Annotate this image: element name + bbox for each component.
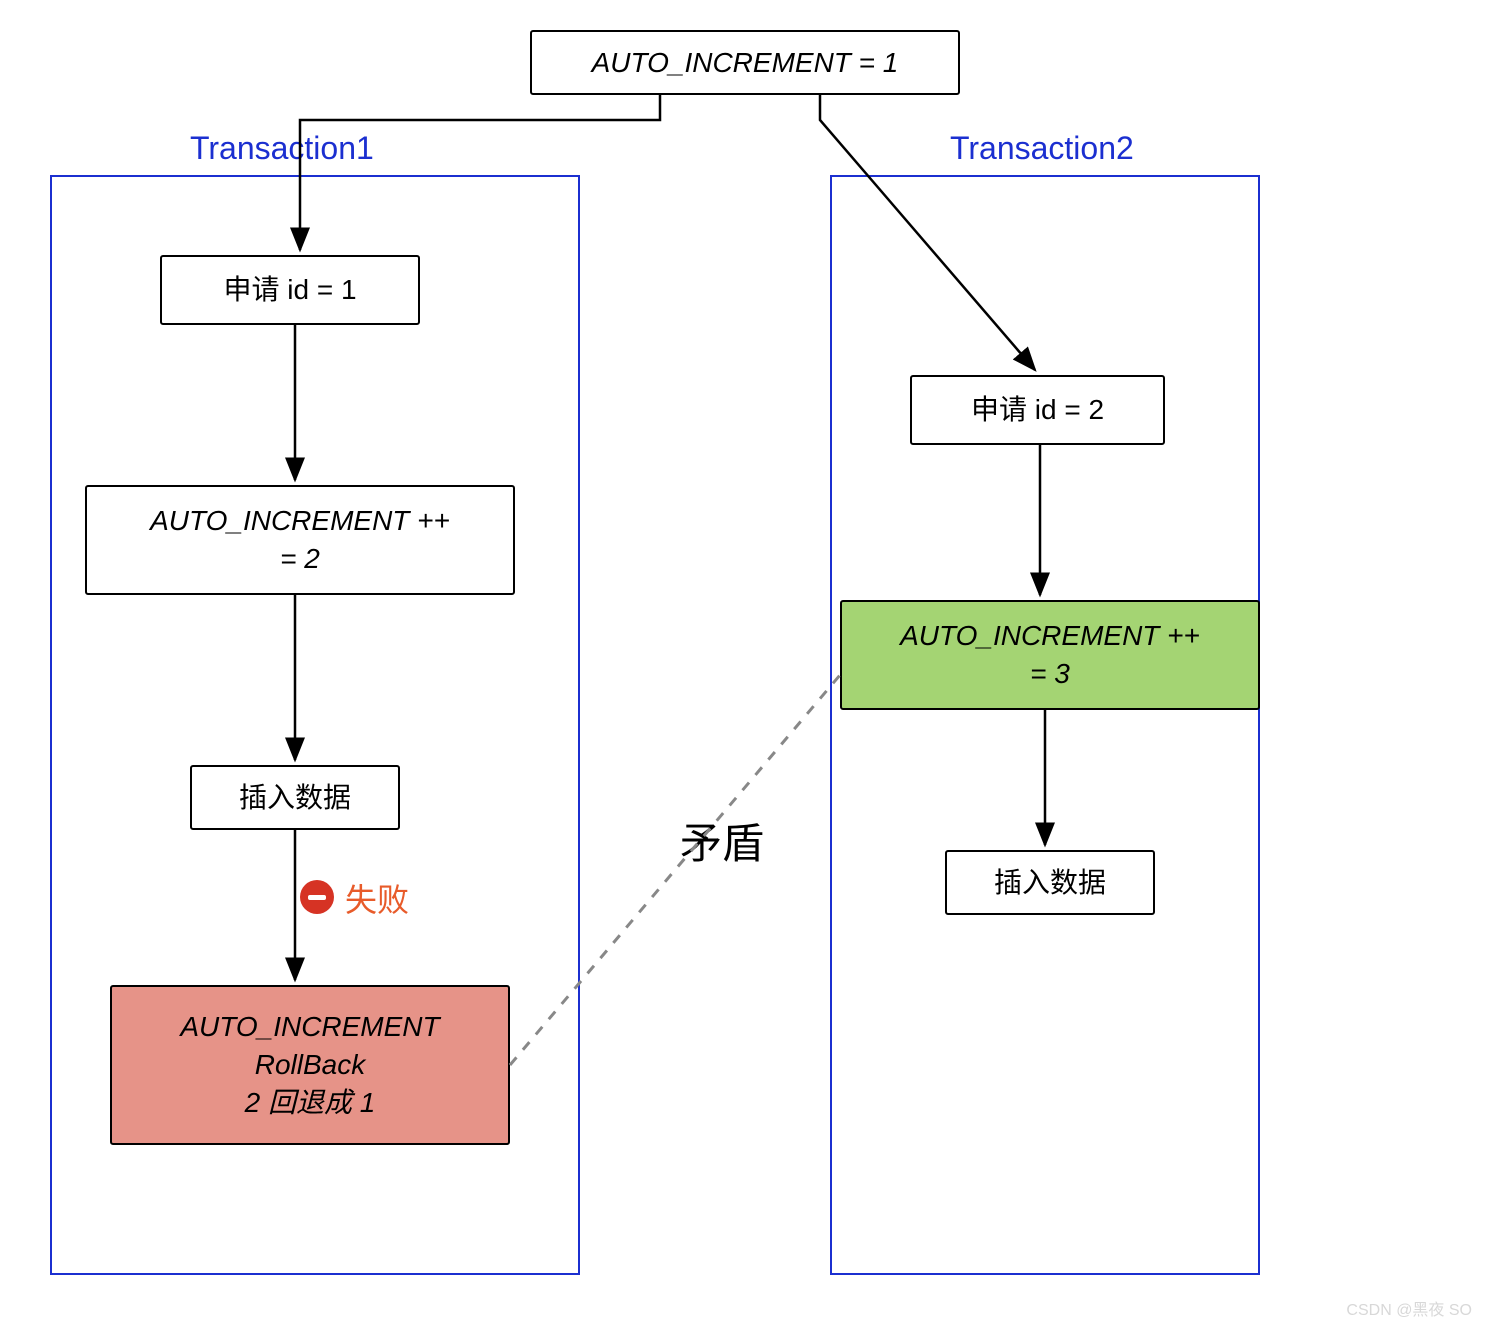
conflict-label: 矛盾 [680,810,764,871]
top-auto-increment-box: AUTO_INCREMENT = 1 [530,30,960,95]
t1-step-autoinc-2: AUTO_INCREMENT ++ = 2 [85,485,515,595]
fail-label: 失败 [345,875,409,921]
t2-step-request-id: 申请 id = 2 [910,375,1165,445]
watermark: CSDN @黑夜 SO [1346,1296,1472,1320]
transaction2-container [830,175,1260,1275]
t1-step-rollback: AUTO_INCREMENT RollBack 2 回退成 1 [110,985,510,1145]
diagram-canvas: AUTO_INCREMENT = 1 Transaction1 Transact… [0,0,1492,1330]
t1-step-insert: 插入数据 [190,765,400,830]
stop-icon [300,880,334,914]
transaction1-title: Transaction1 [190,130,374,167]
transaction2-title: Transaction2 [950,130,1134,167]
t1-step-request-id: 申请 id = 1 [160,255,420,325]
t2-step-autoinc-3: AUTO_INCREMENT ++ = 3 [840,600,1260,710]
t2-step-insert: 插入数据 [945,850,1155,915]
